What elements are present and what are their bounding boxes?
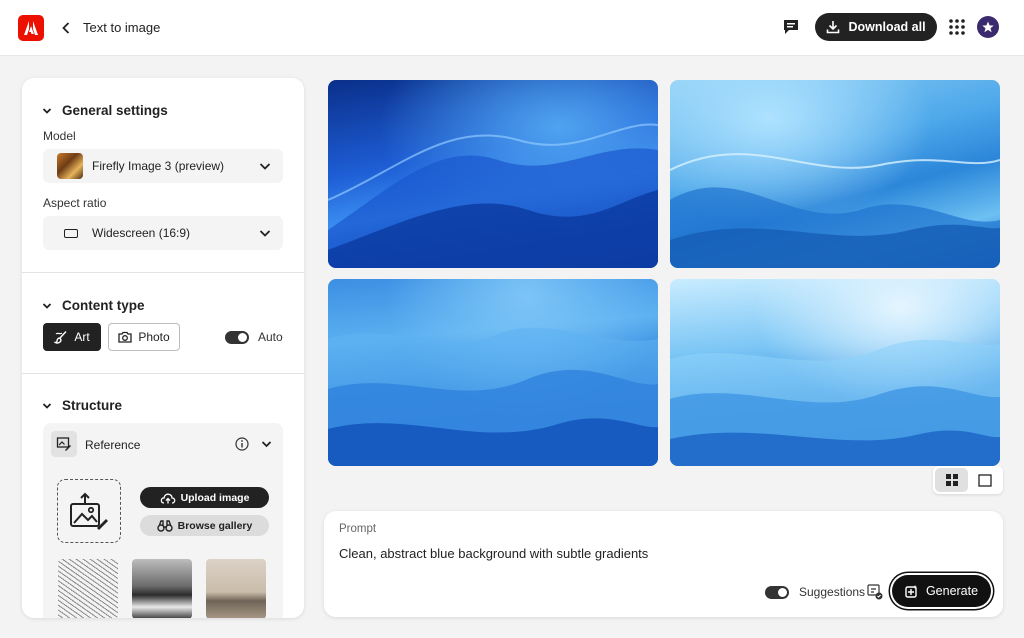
reference-thumbnail[interactable] bbox=[58, 559, 118, 618]
camera-icon bbox=[118, 331, 132, 343]
content-type-header[interactable]: Content type bbox=[42, 298, 145, 313]
suggestions-settings-icon[interactable] bbox=[867, 584, 883, 600]
grid-view-button[interactable] bbox=[935, 468, 968, 492]
top-bar: Text to image Download all bbox=[0, 0, 1024, 56]
upload-image-button[interactable]: Upload image bbox=[140, 487, 269, 508]
adobe-logo-icon[interactable] bbox=[18, 15, 44, 41]
generated-image[interactable] bbox=[328, 279, 658, 466]
art-button[interactable]: Art bbox=[43, 323, 101, 351]
model-value: Firefly Image 3 (preview) bbox=[92, 159, 225, 173]
widescreen-icon bbox=[64, 229, 78, 238]
prompt-label: Prompt bbox=[339, 523, 377, 535]
photo-label: Photo bbox=[138, 330, 170, 344]
view-mode-toggle bbox=[933, 466, 1003, 494]
aspect-ratio-label: Aspect ratio bbox=[43, 196, 107, 210]
divider bbox=[22, 373, 304, 374]
apps-grid-icon[interactable] bbox=[948, 18, 966, 36]
generate-button[interactable]: Generate bbox=[892, 575, 991, 607]
art-label: Art bbox=[74, 330, 90, 344]
suggestions-toggle[interactable] bbox=[765, 586, 789, 599]
general-settings-header[interactable]: General settings bbox=[42, 103, 168, 118]
prompt-input[interactable]: Clean, abstract blue background with sub… bbox=[339, 546, 648, 561]
chevron-down-icon bbox=[42, 302, 52, 309]
chevron-down-icon bbox=[42, 402, 52, 409]
generated-image[interactable] bbox=[670, 80, 1000, 268]
structure-header[interactable]: Structure bbox=[42, 398, 122, 413]
general-settings-title: General settings bbox=[62, 103, 168, 118]
structure-title: Structure bbox=[62, 398, 123, 413]
browse-gallery-label: Browse gallery bbox=[177, 519, 253, 532]
content-type-title: Content type bbox=[62, 298, 145, 313]
reference-card: Reference Upload image Browse gallery bbox=[43, 423, 283, 618]
info-icon[interactable] bbox=[235, 437, 249, 451]
upload-image-label: Upload image bbox=[180, 491, 250, 504]
settings-panel: General settings Model Firefly Image 3 (… bbox=[22, 78, 304, 618]
photo-button[interactable]: Photo bbox=[108, 323, 180, 351]
chevron-down-icon[interactable] bbox=[261, 439, 272, 449]
chevron-down-icon bbox=[259, 163, 271, 170]
download-all-button[interactable]: Download all bbox=[815, 13, 937, 41]
binoculars-icon bbox=[156, 519, 173, 532]
cloud-upload-icon bbox=[160, 493, 175, 504]
generated-image[interactable] bbox=[670, 279, 1000, 466]
chat-icon[interactable] bbox=[782, 18, 800, 36]
divider bbox=[22, 272, 304, 273]
chevron-down-icon bbox=[259, 230, 271, 237]
aspect-ratio-select[interactable]: Widescreen (16:9) bbox=[43, 216, 283, 250]
download-all-label: Download all bbox=[848, 20, 926, 34]
grid-view-icon bbox=[945, 474, 958, 486]
generated-image[interactable] bbox=[328, 80, 658, 268]
download-icon bbox=[827, 21, 840, 34]
reference-label: Reference bbox=[85, 438, 141, 452]
reference-icon bbox=[51, 431, 77, 457]
brush-icon bbox=[54, 331, 67, 344]
aspect-ratio-value: Widescreen (16:9) bbox=[92, 226, 191, 240]
suggestions-label: Suggestions bbox=[799, 585, 866, 599]
chevron-left-icon[interactable] bbox=[60, 19, 72, 37]
prompt-box[interactable]: Prompt Clean, abstract blue background w… bbox=[324, 511, 1003, 617]
model-thumbnail bbox=[57, 153, 83, 179]
single-view-button[interactable] bbox=[969, 468, 1001, 492]
model-select[interactable]: Firefly Image 3 (preview) bbox=[43, 149, 283, 183]
avatar-icon[interactable] bbox=[977, 16, 999, 38]
reference-thumbnail[interactable] bbox=[206, 559, 266, 618]
page-title: Text to image bbox=[83, 20, 161, 35]
generate-label: Generate bbox=[925, 584, 979, 598]
single-view-icon bbox=[978, 473, 992, 487]
auto-toggle[interactable] bbox=[225, 331, 249, 344]
upload-image-icon bbox=[70, 492, 108, 530]
generate-icon bbox=[905, 585, 917, 598]
browse-gallery-button[interactable]: Browse gallery bbox=[140, 515, 269, 536]
model-label: Model bbox=[43, 129, 76, 143]
image-dropzone[interactable] bbox=[57, 479, 121, 543]
auto-label: Auto bbox=[258, 330, 283, 344]
reference-thumbnail[interactable] bbox=[132, 559, 192, 618]
chevron-down-icon bbox=[42, 107, 52, 114]
